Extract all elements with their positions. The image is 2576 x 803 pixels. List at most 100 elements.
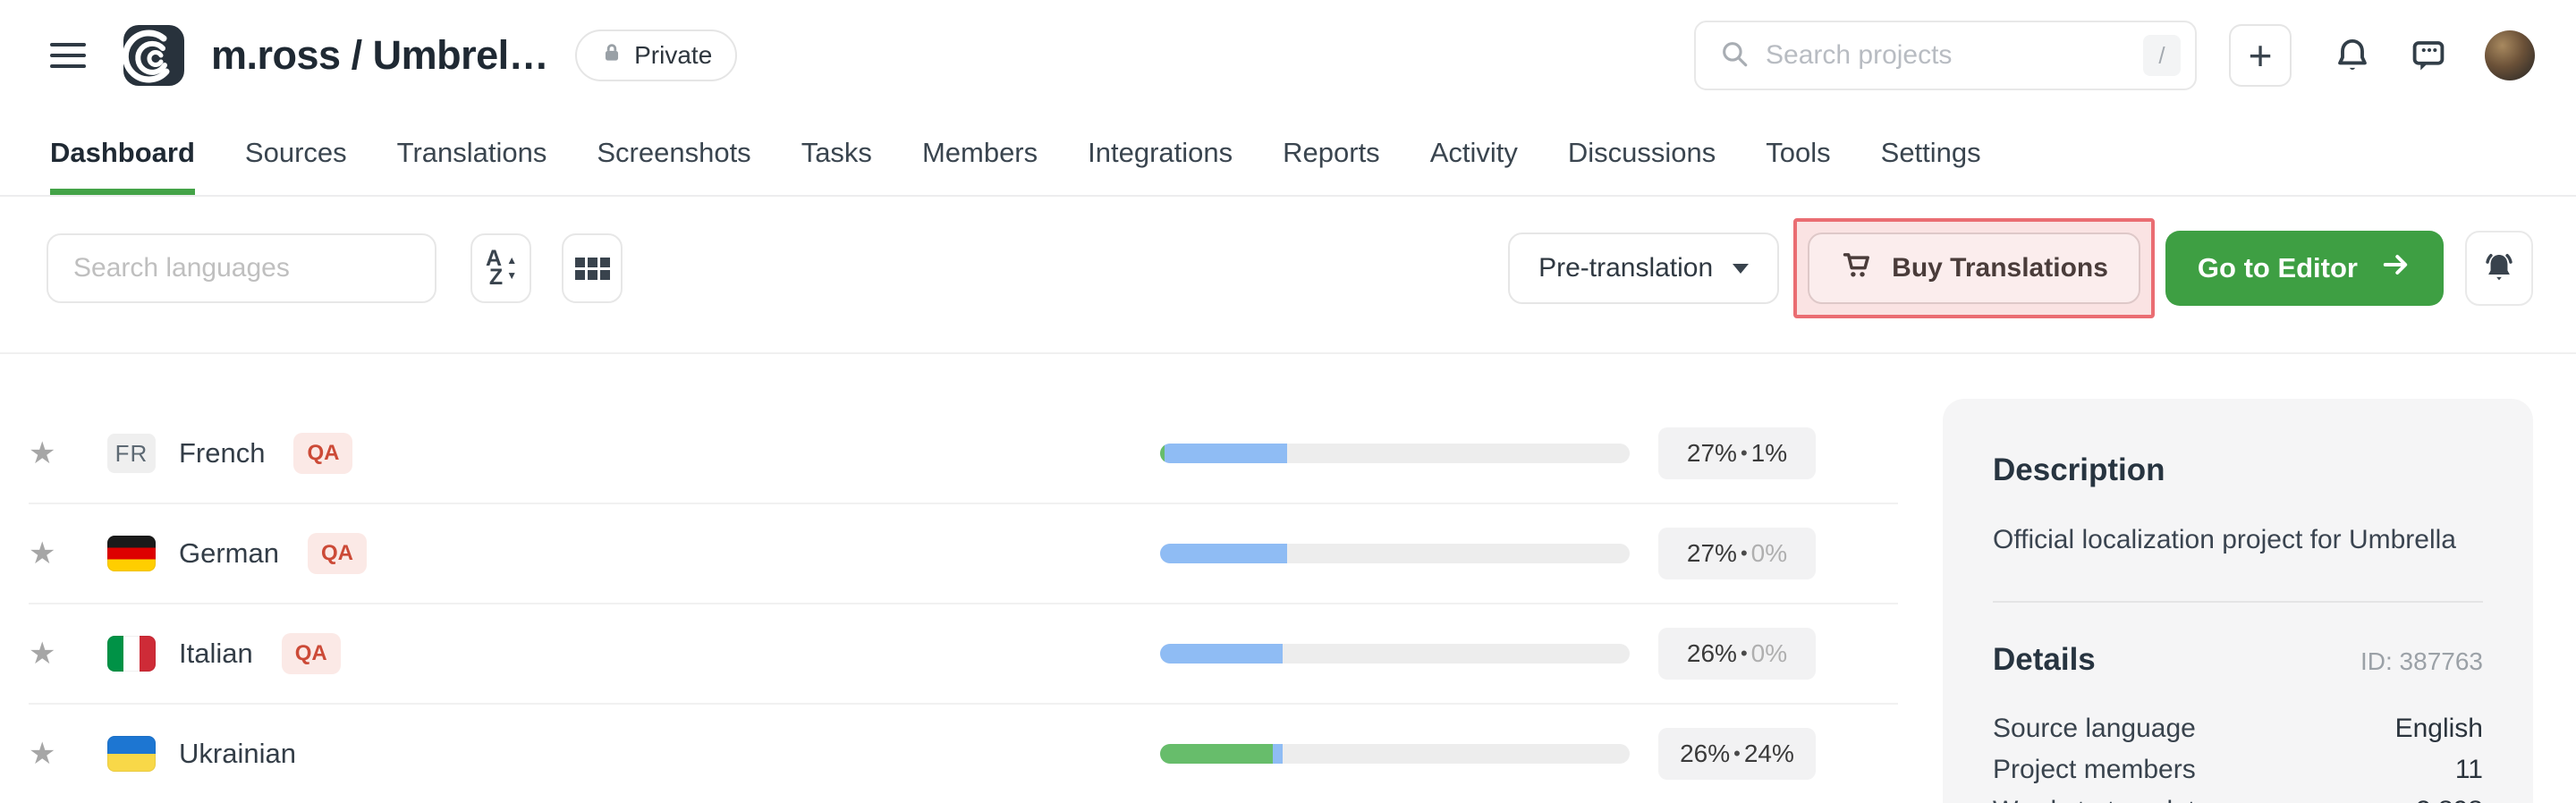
create-project-button[interactable]: + [2229, 24, 2292, 87]
description-text: Official localization project for Umbrel… [1993, 520, 2483, 560]
favorite-star-icon[interactable]: ★ [29, 435, 64, 471]
toolbar-actions: Pre-translation Buy Translations Go to E… [1508, 218, 2533, 318]
user-avatar[interactable] [2485, 30, 2535, 80]
tab-screenshots[interactable]: Screenshots [597, 111, 750, 195]
qa-issues-badge[interactable]: QA [282, 633, 341, 674]
search-projects-input[interactable] [1766, 40, 2127, 71]
details-rows: Source languageEnglish Project members11… [1993, 708, 2483, 803]
detail-row-words-to-translate: Words to translate2 898 [1993, 790, 2483, 803]
favorite-star-icon[interactable]: ★ [29, 736, 64, 772]
translated-progress-segment [1160, 644, 1283, 664]
flag-germany-icon [107, 536, 156, 571]
go-to-editor-button[interactable]: Go to Editor [2165, 231, 2444, 306]
tab-settings[interactable]: Settings [1881, 111, 1981, 195]
cart-icon [1840, 248, 1874, 289]
language-list: ★ FR French QA 27%•1% ★ German QA [29, 354, 1898, 803]
tab-integrations[interactable]: Integrations [1088, 111, 1233, 195]
tab-tools[interactable]: Tools [1766, 111, 1830, 195]
translated-progress-segment [1165, 444, 1287, 463]
tab-reports[interactable]: Reports [1283, 111, 1380, 195]
language-row-french[interactable]: ★ FR French QA 27%•1% [29, 404, 1898, 504]
progress-stats-badge: 27%•0% [1658, 528, 1816, 579]
description-title: Description [1993, 452, 2483, 488]
language-row-italian[interactable]: ★ Italian QA 26%•0% [29, 604, 1898, 705]
crowdin-project-dashboard: m.ross / Umbrel… Private / + [0, 0, 2576, 803]
language-code-badge: FR [107, 434, 156, 473]
project-tabs: Dashboard Sources Translations Screensho… [0, 111, 2576, 197]
language-name[interactable]: Ukrainian [179, 738, 296, 770]
qa-issues-badge[interactable]: QA [293, 433, 352, 474]
project-breadcrumb-title[interactable]: m.ross / Umbrel… [211, 32, 548, 79]
translation-progress-bar [1160, 744, 1630, 764]
translation-progress-bar [1160, 444, 1630, 463]
qa-issues-badge[interactable]: QA [308, 533, 367, 574]
approved-percent: 0% [1751, 639, 1787, 668]
tab-members[interactable]: Members [922, 111, 1038, 195]
annotation-highlight-box: Buy Translations [1793, 218, 2155, 318]
languages-toolbar: AZ ▲▼ Pre-translation Buy Translations [0, 197, 2576, 354]
translation-progress-bar [1160, 544, 1630, 563]
language-name[interactable]: German [179, 537, 279, 570]
chevron-down-icon [1733, 264, 1749, 274]
dashboard-content: ★ FR French QA 27%•1% ★ German QA [0, 354, 2576, 803]
detail-row-source-language: Source languageEnglish [1993, 708, 2483, 749]
tab-tasks[interactable]: Tasks [801, 111, 872, 195]
detail-row-project-members: Project members11 [1993, 749, 2483, 790]
project-search[interactable]: / [1694, 21, 2197, 90]
announcements-button[interactable] [2465, 231, 2533, 306]
tab-discussions[interactable]: Discussions [1568, 111, 1716, 195]
language-name[interactable]: French [179, 437, 265, 469]
divider [1993, 601, 2483, 603]
crowdin-logo-icon[interactable] [123, 25, 184, 86]
sort-alphabetical-button[interactable]: AZ ▲▼ [470, 233, 531, 303]
hamburger-menu-icon[interactable] [50, 41, 86, 70]
flag-ukraine-icon [107, 736, 156, 772]
dot-separator: • [1741, 642, 1748, 665]
language-row-german[interactable]: ★ German QA 27%•0% [29, 504, 1898, 604]
grid-view-icon [575, 258, 610, 280]
dot-separator: • [1733, 742, 1741, 765]
tab-sources[interactable]: Sources [245, 111, 347, 195]
sort-az-icon: AZ ▲▼ [485, 249, 517, 288]
progress-stats-badge: 27%•1% [1658, 427, 1816, 479]
buy-translations-button[interactable]: Buy Translations [1808, 232, 2140, 304]
grid-view-button[interactable] [562, 233, 623, 303]
tab-dashboard[interactable]: Dashboard [50, 111, 195, 195]
approved-percent: 24% [1744, 740, 1794, 768]
translated-percent: 27% [1687, 439, 1737, 468]
tab-translations[interactable]: Translations [397, 111, 547, 195]
privacy-badge-label: Private [634, 41, 712, 70]
flag-italy-icon [107, 636, 156, 672]
messages-chat-icon[interactable] [2410, 37, 2447, 74]
search-languages-input[interactable] [47, 233, 436, 303]
translated-progress-segment [1273, 744, 1283, 764]
search-icon [1719, 38, 1750, 73]
details-title: Details [1993, 642, 2096, 678]
translation-progress-bar [1160, 644, 1630, 664]
language-row-ukrainian[interactable]: ★ Ukrainian 26%•24% [29, 705, 1898, 803]
lock-icon [600, 41, 623, 71]
favorite-star-icon[interactable]: ★ [29, 636, 64, 672]
ringing-bell-icon [2480, 249, 2518, 289]
project-info-panel: Description Official localization projec… [1943, 399, 2533, 803]
translated-progress-segment [1160, 544, 1287, 563]
project-id: ID: 387763 [2360, 647, 2483, 676]
approved-progress-segment [1160, 744, 1273, 764]
top-bar: m.ross / Umbrel… Private / + [0, 0, 2576, 111]
approved-percent: 1% [1751, 439, 1787, 468]
translated-percent: 26% [1687, 639, 1737, 668]
pre-translation-dropdown[interactable]: Pre-translation [1508, 232, 1779, 304]
arrow-right-icon [2379, 249, 2411, 288]
top-bar-actions: / + [1694, 21, 2535, 90]
tab-activity[interactable]: Activity [1430, 111, 1518, 195]
privacy-badge: Private [575, 30, 737, 81]
progress-stats-badge: 26%•24% [1658, 728, 1816, 780]
progress-stats-badge: 26%•0% [1658, 628, 1816, 680]
notifications-bell-icon[interactable] [2333, 36, 2372, 75]
translated-percent: 27% [1687, 539, 1737, 568]
dot-separator: • [1741, 442, 1748, 465]
language-name[interactable]: Italian [179, 638, 253, 670]
favorite-star-icon[interactable]: ★ [29, 536, 64, 571]
dot-separator: • [1741, 542, 1748, 565]
approved-percent: 0% [1751, 539, 1787, 568]
